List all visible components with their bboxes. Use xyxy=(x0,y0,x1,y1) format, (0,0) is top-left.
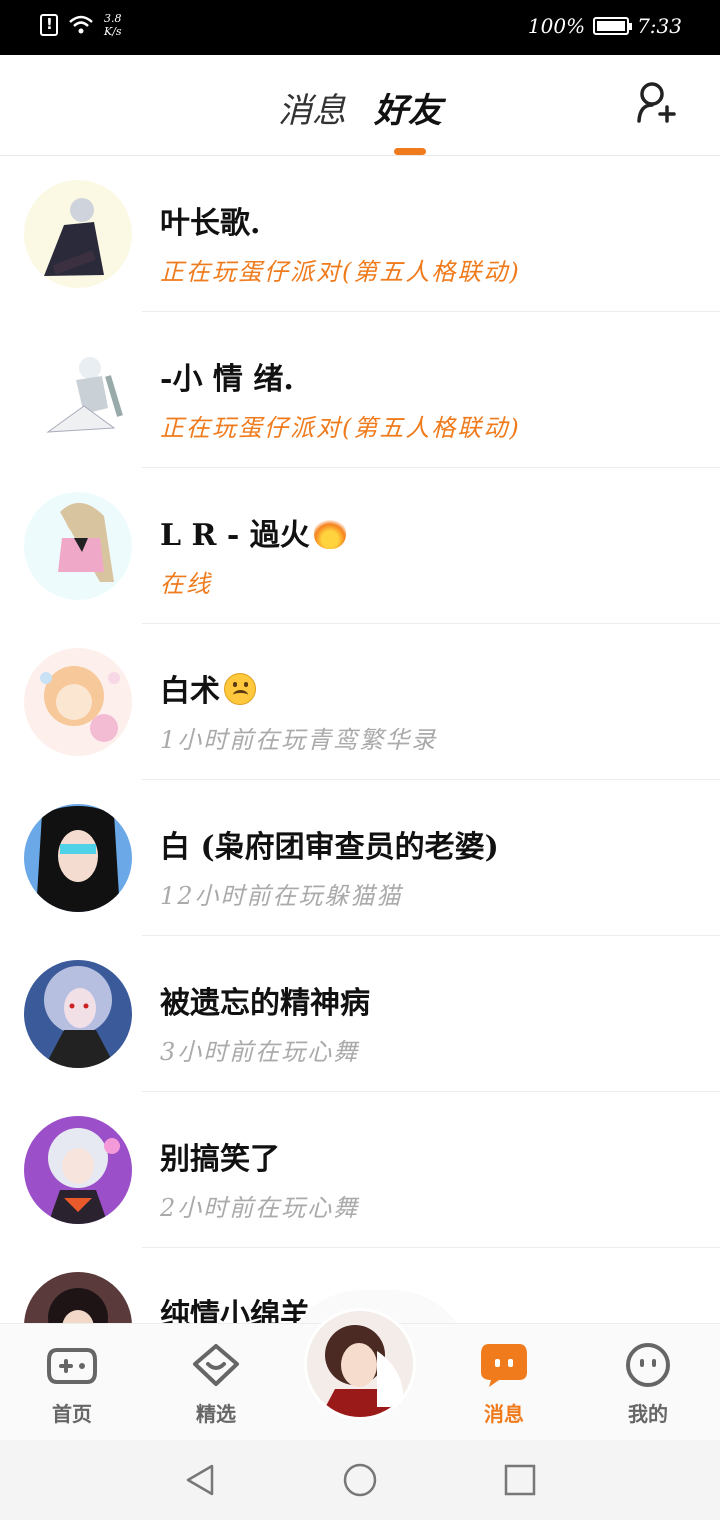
friend-row[interactable]: 别搞笑了 2小时前在玩心舞 xyxy=(0,1092,720,1248)
recents-icon[interactable] xyxy=(502,1462,538,1498)
avatar[interactable] xyxy=(24,1116,132,1224)
friend-status: 1小时前在玩青鸾繁华录 xyxy=(160,726,438,754)
back-icon[interactable] xyxy=(182,1462,218,1498)
friend-row[interactable]: L R - 過火 在线 xyxy=(0,468,720,624)
nav-label: 消息 xyxy=(484,1402,524,1426)
center-avatar-button[interactable] xyxy=(304,1308,416,1420)
friend-status: 在线 xyxy=(160,570,212,598)
system-nav-bar xyxy=(0,1440,720,1520)
avatar[interactable] xyxy=(24,180,132,288)
friend-status: 3小时前在玩心舞 xyxy=(160,1038,360,1066)
message-icon xyxy=(481,1344,527,1387)
friend-row[interactable]: -小 情 绪. 正在玩蛋仔派对(第五人格联动) xyxy=(0,312,720,468)
friend-status: 正在玩蛋仔派对(第五人格联动) xyxy=(160,258,521,286)
clock: 7:33 xyxy=(637,14,682,38)
wifi-icon xyxy=(69,15,93,34)
nav-featured[interactable]: 精选 xyxy=(171,1342,261,1427)
upside-down-face-icon xyxy=(224,673,256,705)
top-header: 消息 好友 xyxy=(0,55,720,156)
fire-icon xyxy=(313,517,346,549)
friend-row[interactable]: 白术 1小时前在玩青鸾繁华录 xyxy=(0,624,720,780)
nav-label: 精选 xyxy=(196,1402,236,1426)
tab-friends[interactable]: 好友 xyxy=(374,83,442,132)
gamepad-icon xyxy=(47,1348,97,1384)
heart-bubble-icon xyxy=(193,1344,239,1386)
friend-status: 12小时前在玩躲猫猫 xyxy=(160,882,403,910)
notification-alert-icon xyxy=(40,14,58,36)
friend-status: 2小时前在玩心舞 xyxy=(160,1194,360,1222)
avatar[interactable] xyxy=(24,804,132,912)
home-icon[interactable] xyxy=(342,1462,378,1498)
friend-row[interactable]: 叶长歌. 正在玩蛋仔派对(第五人格联动) xyxy=(0,156,720,312)
friend-name: 白 (枭府团审查员的老婆) xyxy=(160,830,499,865)
avatar[interactable] xyxy=(24,492,132,600)
tab-messages[interactable]: 消息 xyxy=(278,83,346,132)
nav-messages[interactable]: 消息 xyxy=(459,1342,549,1427)
nav-label: 首页 xyxy=(52,1402,92,1426)
friend-name: -小 情 绪. xyxy=(160,362,294,397)
friend-name: 叶长歌. xyxy=(160,206,261,241)
network-speed: 3.8 K/s xyxy=(104,12,122,38)
friend-name: 白术 xyxy=(160,666,256,710)
nav-home[interactable]: 首页 xyxy=(27,1342,117,1427)
battery-icon xyxy=(593,17,633,35)
status-bar: 3.8 K/s 100% 7:33 xyxy=(0,0,720,55)
friend-name: 被遗忘的精神病 xyxy=(160,986,370,1021)
add-user-icon[interactable] xyxy=(636,81,676,125)
active-tab-indicator xyxy=(394,148,426,155)
smiley-face-icon xyxy=(626,1343,670,1387)
avatar[interactable] xyxy=(24,648,132,756)
nav-profile[interactable]: 我的 xyxy=(603,1342,693,1427)
friend-name: L R - 過火 xyxy=(160,510,346,554)
friend-status: 正在玩蛋仔派对(第五人格联动) xyxy=(160,414,521,442)
battery-percent: 100% xyxy=(527,14,586,38)
friend-row[interactable]: 被遗忘的精神病 3小时前在玩心舞 xyxy=(0,936,720,1092)
friend-list: 叶长歌. 正在玩蛋仔派对(第五人格联动) -小 情 绪. 正在玩蛋仔派对(第五人… xyxy=(0,156,720,1404)
avatar[interactable] xyxy=(24,960,132,1068)
tab-bar: 消息 好友 xyxy=(0,83,720,132)
friend-name: 别搞笑了 xyxy=(160,1142,280,1177)
avatar[interactable] xyxy=(24,336,132,444)
friend-row[interactable]: 白 (枭府团审查员的老婆) 12小时前在玩躲猫猫 xyxy=(0,780,720,936)
nav-label: 我的 xyxy=(628,1402,668,1426)
